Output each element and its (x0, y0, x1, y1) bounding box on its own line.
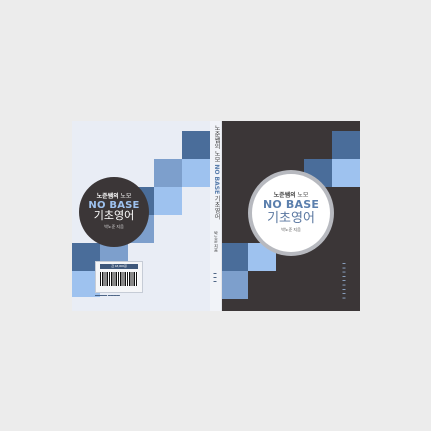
pattern-square (154, 159, 182, 187)
barcode-icon (100, 272, 138, 286)
spine-subtitle: 기초영어 (213, 195, 219, 220)
book-spine: 노준쌤의 노모 NO BASE 기초영어 박노준 지음 ▬▬▬ (210, 121, 222, 311)
pattern-square (332, 159, 360, 187)
spine-title-en: NO BASE (213, 164, 220, 195)
publisher-logo-icon: ▬▬▬▬▬▬▬▬▬ (342, 261, 346, 300)
pattern-square (332, 131, 360, 159)
pattern-square (182, 159, 210, 187)
publisher-logo-icon: ▬▬▬▬ ▬▬▬▬ (95, 293, 120, 297)
back-title-badge: 노준쌤의 노모 NO BASE 기초영어 박노준 지음 (79, 177, 149, 247)
pattern-square (154, 187, 182, 215)
front-title-badge: 노준쌤의 노모 NO BASE 기초영어 박노준 지음 (252, 174, 330, 252)
pattern-square (222, 271, 248, 299)
spine-series-prefix: 노준쌤의 (213, 125, 219, 149)
pattern-square (182, 131, 210, 159)
pattern-square (222, 243, 248, 271)
subtitle-kr: 기초영어 (93, 209, 135, 222)
subtitle-kr: 기초영어 (267, 210, 315, 226)
back-cover: 노준쌤의 노모 NO BASE 기초영어 박노준 지음 값 18,000원 ▬▬… (72, 121, 210, 311)
spine-publisher-icon: ▬▬▬ (213, 271, 217, 283)
barcode-label: 값 18,000원 (100, 264, 138, 269)
author-label: 박노준 지음 (281, 226, 301, 232)
spine-title: 노준쌤의 노모 NO BASE 기초영어 (212, 125, 220, 220)
front-cover: 노준쌤의 노모 NO BASE 기초영어 박노준 지음 ▬▬▬▬▬▬▬▬▬ (222, 121, 360, 311)
spine-author: 박노준 지음 (214, 231, 219, 253)
author-label: 박노준 지음 (104, 224, 124, 230)
barcode-box: 값 18,000원 (95, 261, 143, 293)
spine-series-suffix: 노모 (213, 150, 219, 163)
book-cover-mockup: 노준쌤의 노모 NO BASE 기초영어 박노준 지음 값 18,000원 ▬▬… (0, 0, 431, 431)
